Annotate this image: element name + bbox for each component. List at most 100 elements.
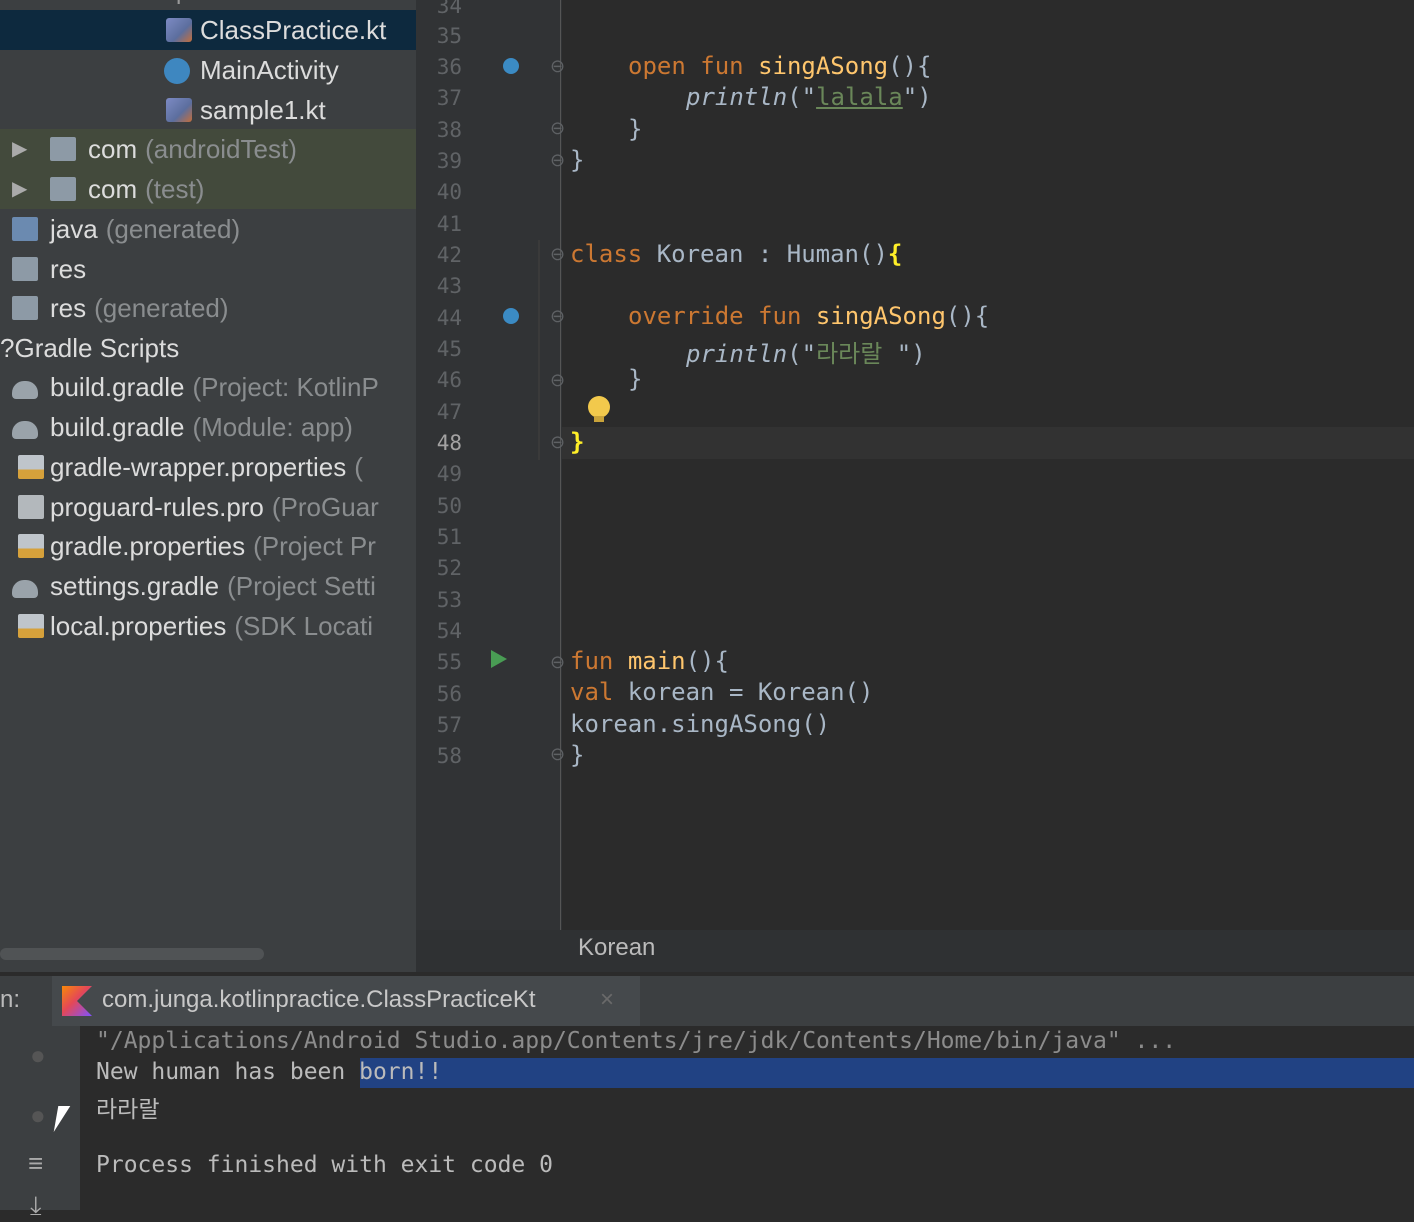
line-number: 42 [436,243,462,267]
tree-item-label: res [50,293,87,323]
gradle-icon [12,381,38,399]
expand-arrow-icon[interactable]: ▶ [12,169,27,209]
line-number: 55 [436,650,462,674]
expand-arrow-icon[interactable]: ? [0,333,14,363]
tree-item-build-gradle-module[interactable]: build.gradle (Module: app) [0,407,416,447]
tree-item-label: sample1.kt [200,95,326,125]
console-line: "/Applications/Android Studio.app/Conten… [96,1028,1177,1054]
breadcrumb-item[interactable]: Korean [578,934,655,962]
tree-item-proguard-rules[interactable]: proguard-rules.pro (ProGuar [0,487,416,527]
fold-marker-icon[interactable]: ⊖ [550,744,565,765]
tree-item-settings-gradle[interactable]: settings.gradle (Project Setti [0,566,416,606]
tree-item-mainactivity[interactable]: MainActivity [0,50,416,90]
tree-item-classpractice[interactable]: ClassPractice.kt [0,10,416,50]
tree-item-label: gradle-wrapper.properties [50,452,347,482]
tree-item-secondary: (Project Setti [227,571,376,601]
line-number: 53 [436,588,462,612]
tree-item-secondary: (test) [145,174,205,204]
fold-marker-icon[interactable]: ⊖ [550,306,565,327]
properties-icon [18,534,44,558]
overriding-method-icon[interactable] [503,308,519,324]
properties-icon [18,614,44,638]
folder-icon [50,177,76,201]
line-number: 51 [436,525,462,549]
fold-marker-icon[interactable]: ⊖ [550,432,565,453]
tree-item-label: build.gradle [50,412,185,442]
tree-item-local-properties[interactable]: local.properties (SDK Locati [0,606,416,646]
overridden-method-icon[interactable] [503,58,519,74]
run-main-icon[interactable] [491,650,507,668]
tree-item-res[interactable]: res [0,249,416,289]
line-number: 50 [436,494,462,518]
folder-icon [12,296,38,320]
gradle-icon [12,580,38,598]
fold-marker-icon[interactable]: ⊖ [550,370,565,391]
code-line-48: } [570,428,585,456]
fold-marker-icon[interactable]: ⊖ [550,244,565,265]
fold-marker-icon[interactable]: ⊖ [550,150,565,171]
code-line-38: } [628,115,643,143]
line-number: 54 [436,619,462,643]
code-line-42: class Korean : Human(){ [570,240,903,268]
indent-guide [538,240,540,460]
tree-horizontal-scrollbar[interactable] [0,948,264,960]
current-line-highlight [562,427,1414,459]
code-line-46: } [628,365,643,393]
tree-item-partial[interactable]: kotlinpractice [120,0,260,6]
close-tab-icon[interactable]: × [600,986,614,1014]
tree-item-label: gradle.properties [50,531,246,561]
generated-folder-icon [12,217,38,241]
fold-marker-icon[interactable]: ⊖ [550,56,565,77]
properties-icon [18,455,44,479]
expand-arrow-icon[interactable]: ▶ [12,129,27,169]
tree-item-build-gradle-project[interactable]: build.gradle (Project: KotlinP [0,367,416,407]
scroll-end-icon[interactable]: ⤓ [30,1190,42,1222]
kotlin-file-icon [166,18,192,42]
tree-item-secondary: (Project Pr [253,531,376,561]
run-panel-label: n: [0,986,21,1013]
tree-item-java-generated[interactable]: java (generated) [0,209,416,249]
line-number: 38 [436,118,462,142]
line-number: 40 [436,180,462,204]
run-tab-label: com.junga.kotlinpractice.ClassPracticeKt [102,986,536,1013]
tree-item-com-androidtest[interactable]: ▶ com (androidTest) [0,129,416,169]
code-line-57: korean.singASong() [570,710,831,738]
lightbulb-icon[interactable] [588,396,610,422]
code-editor[interactable] [562,0,1414,930]
line-number: 45 [436,337,462,361]
code-line-37: println("lalala") [686,83,932,111]
tree-item-label: com [88,134,138,164]
tree-item-label: res [50,254,87,284]
tree-item-gradle-scripts[interactable]: ?Gradle Scripts [0,328,416,368]
fold-marker-icon[interactable]: ⊖ [550,652,565,673]
gradle-icon [12,421,38,439]
tree-item-com-test[interactable]: ▶ com (test) [0,169,416,209]
tree-item-gradle-wrapper-properties[interactable]: gradle-wrapper.properties( [0,447,416,487]
soft-wrap-icon[interactable]: ≡ [28,1148,43,1179]
console-line: 라라랄 [96,1097,160,1123]
tree-item-label: ClassPractice.kt [200,15,387,45]
stop-icon[interactable]: ● [30,1100,46,1131]
rerun-icon[interactable]: ● [30,1040,46,1071]
tree-item-label: Gradle Scripts [14,333,180,363]
tree-item-gradle-properties[interactable]: gradle.properties (Project Pr [0,526,416,566]
line-number: 36 [436,55,462,79]
tree-item-secondary: (Project: KotlinP [192,372,379,402]
kotlin-file-icon [166,98,192,122]
breadcrumb-bar [416,930,1414,972]
tree-item-res-generated[interactable]: res (generated) [0,288,416,328]
tree-item-label: com [88,174,138,204]
line-number: 43 [436,274,462,298]
code-line-55: fun main(){ [570,647,729,675]
tree-item-secondary: (generated) [105,214,241,244]
code-line-44: override fun singASong(){ [628,302,990,330]
line-number: 46 [436,368,462,392]
folder-icon [12,257,38,281]
line-number: 35 [436,24,462,48]
line-number: 34 [436,0,462,18]
fold-marker-icon[interactable]: ⊖ [550,118,565,139]
tree-item-secondary: ( [354,452,363,482]
tree-item-sample1[interactable]: sample1.kt [0,90,416,130]
code-line-36: open fun singASong(){ [628,52,932,80]
text-selection-highlight [360,1058,1414,1088]
